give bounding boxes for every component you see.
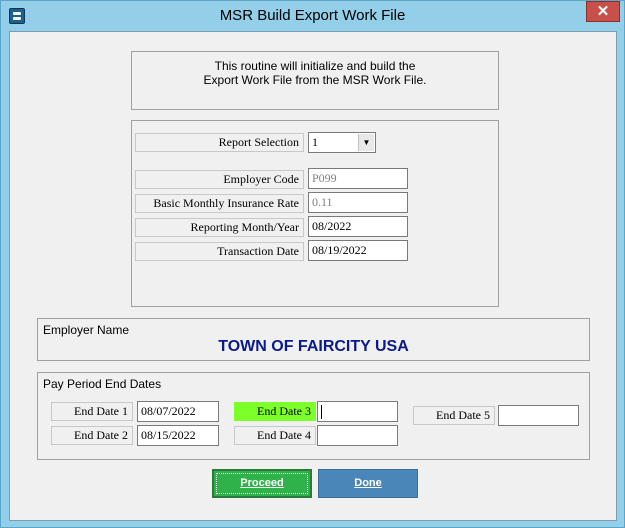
- employer-name-box: Employer Name TOWN OF FAIRCITY USA: [37, 318, 590, 361]
- insurance-rate-field[interactable]: 0.11: [308, 192, 408, 213]
- end-date-1-label: End Date 1: [51, 402, 133, 421]
- window-title: MSR Build Export Work File: [219, 7, 406, 24]
- end-date-5-field[interactable]: [498, 405, 579, 426]
- report-selection-label: Report Selection: [135, 133, 304, 152]
- report-selection-value: 1: [312, 135, 318, 149]
- employer-code-field[interactable]: P099: [308, 168, 408, 189]
- end-date-3-field[interactable]: [317, 401, 398, 422]
- employer-name-value: TOWN OF FAIRCITY USA: [218, 338, 409, 355]
- report-selection-dropdown[interactable]: 1 ▼: [308, 132, 376, 153]
- info-box: This routine will initialize and build t…: [131, 51, 499, 110]
- transaction-date-label: Transaction Date: [135, 242, 304, 261]
- chevron-down-icon[interactable]: ▼: [358, 134, 374, 151]
- info-line-1: This routine will initialize and build t…: [214, 59, 416, 73]
- parameters-box: Report Selection 1 ▼ Employer Code P099 …: [131, 120, 499, 307]
- info-line-2: Export Work File from the MSR Work File.: [203, 73, 427, 87]
- transaction-date-field[interactable]: 08/19/2022: [308, 240, 408, 261]
- close-button[interactable]: ✕: [586, 1, 620, 22]
- done-button[interactable]: Done: [318, 469, 418, 498]
- end-date-4-field[interactable]: [317, 425, 398, 446]
- end-date-2-label: End Date 2: [51, 426, 133, 445]
- pay-period-title: Pay Period End Dates: [43, 377, 162, 391]
- end-date-2-field[interactable]: 08/15/2022: [137, 425, 219, 446]
- reporting-month-field[interactable]: 08/2022: [308, 216, 408, 237]
- msr-export-window: MSR Build Export Work File ✕ This routin…: [0, 0, 625, 528]
- employer-code-label: Employer Code: [135, 170, 304, 189]
- text-cursor: [321, 405, 322, 420]
- proceed-button[interactable]: Proceed: [212, 469, 312, 498]
- client-area: This routine will initialize and build t…: [9, 31, 617, 521]
- pay-period-box: Pay Period End Dates End Date 1 08/07/20…: [37, 372, 590, 460]
- insurance-rate-label: Basic Monthly Insurance Rate: [135, 194, 304, 213]
- end-date-3-label: End Date 3: [234, 402, 316, 421]
- end-date-1-field[interactable]: 08/07/2022: [137, 401, 219, 422]
- employer-name-title: Employer Name: [43, 323, 130, 337]
- reporting-month-label: Reporting Month/Year: [135, 218, 304, 237]
- title-bar: MSR Build Export Work File ✕: [1, 1, 624, 31]
- end-date-5-label: End Date 5: [413, 406, 495, 425]
- end-date-4-label: End Date 4: [234, 426, 316, 445]
